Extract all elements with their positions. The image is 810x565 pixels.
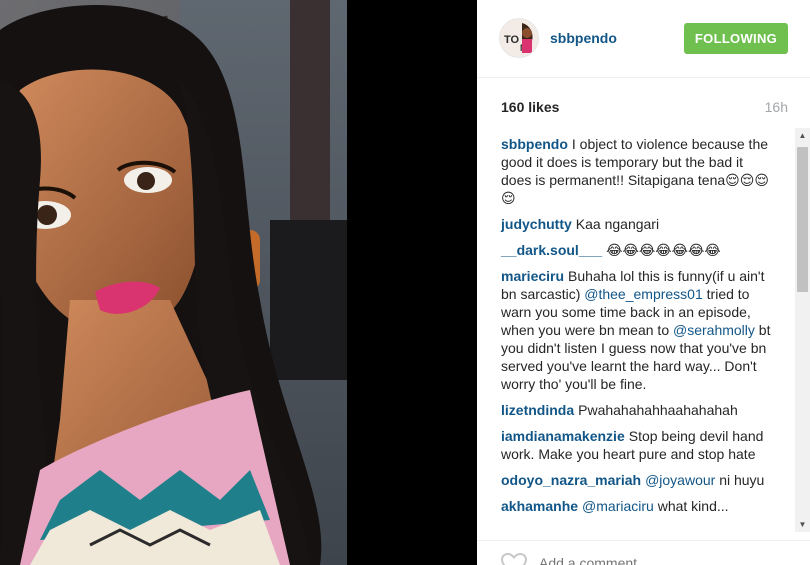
svg-text:TO: TO — [504, 34, 520, 46]
username-link[interactable]: sbbpendo — [550, 30, 617, 46]
scroll-up-icon[interactable]: ▲ — [795, 128, 810, 143]
comment-text: ni huyu — [715, 472, 765, 488]
comment-item: lizetndinda Pwahahahahhaahahahah — [501, 401, 771, 419]
heart-icon[interactable] — [500, 552, 528, 565]
comment-mention[interactable]: @thee_empress01 — [584, 286, 703, 302]
comment-list: sbbpendo I object to violence because the… — [501, 135, 771, 523]
add-comment-input[interactable] — [539, 555, 779, 565]
comment-username[interactable]: iamdianamakenzie — [501, 428, 625, 444]
comment-username[interactable]: judychutty — [501, 216, 572, 232]
post-details-panel: TO NI sbbpendo FOLLOWING 160 likes 16h s… — [477, 0, 810, 565]
comments-scrollbar[interactable]: ▲ ▼ — [795, 128, 810, 532]
comment-item: iamdianamakenzie Stop being devil hand wo… — [501, 427, 771, 463]
comment-username[interactable]: sbbpendo — [501, 136, 568, 152]
likes-count[interactable]: 160 likes — [501, 99, 559, 115]
comment-username[interactable]: odoyo_nazra_mariah — [501, 472, 641, 488]
post-header: TO NI sbbpendo FOLLOWING — [477, 0, 810, 78]
comment-item: sbbpendo I object to violence because the… — [501, 135, 771, 207]
comment-item: akhamanhe @mariaciru what kind... — [501, 497, 771, 515]
comment-mention[interactable]: @joyawour — [645, 472, 715, 488]
comment-item: __dark.soul___ 😂😂😂😂😂😂😂 — [501, 241, 771, 259]
following-button[interactable]: FOLLOWING — [684, 23, 788, 54]
scroll-down-icon[interactable]: ▼ — [795, 517, 810, 532]
comment-item: odoyo_nazra_mariah @joyawour ni huyu — [501, 471, 771, 489]
comment-mention[interactable]: @mariaciru — [582, 498, 654, 514]
comment-item: judychutty Kaa ngangari — [501, 215, 771, 233]
post-photo[interactable] — [0, 0, 347, 565]
comment-username[interactable]: akhamanhe — [501, 498, 578, 514]
comment-username[interactable]: lizetndinda — [501, 402, 574, 418]
avatar[interactable]: TO NI — [499, 18, 539, 58]
post-time: 16h — [764, 99, 788, 115]
comments-section: sbbpendo I object to violence because the… — [477, 128, 810, 528]
post-photo-area — [0, 0, 477, 565]
comment-text: what kind... — [653, 498, 729, 514]
comment-item: marieciru Buhaha lol this is funny(if u a… — [501, 267, 771, 393]
comment-text: Kaa ngangari — [575, 216, 660, 232]
comment-username[interactable]: marieciru — [501, 268, 564, 284]
comment-text: 😂😂😂😂😂😂😂 — [606, 242, 721, 258]
comment-mention[interactable]: @serahmolly — [673, 322, 755, 338]
comment-username[interactable]: __dark.soul___ — [501, 242, 602, 258]
add-comment-bar — [477, 540, 810, 565]
post-meta: 160 likes 16h — [477, 78, 810, 123]
scroll-thumb[interactable] — [797, 147, 808, 292]
comment-text: Pwahahahahhaahahahah — [578, 402, 738, 418]
